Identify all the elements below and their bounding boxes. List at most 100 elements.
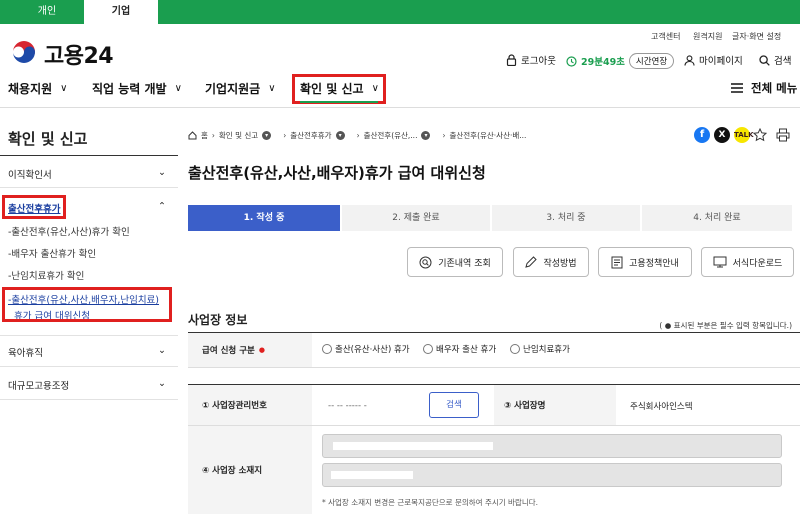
step-processing: 3. 처리 중 (492, 205, 640, 231)
sidebar-divider (0, 155, 178, 156)
full-menu-button[interactable]: 전체 메뉴 (731, 80, 797, 96)
section-title: 사업장 정보 (188, 313, 248, 327)
gnb-active-underline (300, 101, 378, 103)
radio-infertility[interactable]: 난임치료휴가 (510, 343, 570, 355)
radio-label: 난임치료휴가 (523, 345, 570, 355)
lock-icon (506, 54, 517, 66)
chevron-down-icon[interactable]: ▾ (335, 131, 345, 140)
address-label: ④ 사업장 소재지 (188, 426, 312, 514)
person-icon (684, 54, 695, 66)
radio-circle (510, 344, 520, 354)
x-icon[interactable]: X (714, 127, 730, 143)
chevron-right-icon: › (211, 131, 215, 140)
facebook-icon[interactable]: f (694, 127, 710, 143)
gnb-label: 기업지원금 (205, 82, 261, 96)
reg-no-label: ① 사업장관리번호 (188, 385, 312, 425)
sidebar-item-label: 대규모고용조정 (8, 381, 70, 392)
extend-session-button[interactable]: 시간연장 (628, 53, 675, 69)
gnb-recruitment[interactable]: 채용지원 ∨ (8, 80, 68, 97)
sidebar-item-mass-adjustment[interactable]: 대규모고용조정 ⌄ (8, 378, 166, 392)
address-note: * 사업장 소재지 변경은 근로복지공단으로 문의하여 주시기 바랍니다. (322, 498, 539, 507)
form-download-button[interactable]: 서식다운로드 (701, 247, 794, 277)
document-icon (611, 256, 623, 268)
search-button-regno[interactable]: 검색 (429, 392, 479, 418)
sidebar-item-childcare-leave[interactable]: 육아휴직 ⌄ (8, 345, 166, 359)
mypage-link[interactable]: 마이페이지 (684, 53, 743, 67)
full-menu-label: 전체 메뉴 (751, 81, 798, 95)
logo[interactable]: 고용24 (10, 38, 114, 70)
sidebar-item-separation-cert[interactable]: 이직확인서 ⌄ (8, 167, 166, 181)
sidebar-item-label: 이직확인서 (8, 170, 52, 181)
breadcrumb-item[interactable]: 출산전후휴가 (290, 130, 331, 141)
sidebar-divider (0, 366, 178, 367)
sidebar-subitem-maternity-check[interactable]: -출산전후(유산,사산)휴가 확인 (8, 224, 130, 238)
mypage-label: 마이페이지 (699, 56, 743, 67)
breadcrumb-home[interactable]: 홈 (201, 130, 208, 141)
session-timer: 29분49초 시간연장 (566, 53, 675, 69)
highlight-box-subitem (2, 287, 172, 322)
row-divider (188, 367, 800, 368)
radio-label: 배우자 출산 휴가 (436, 345, 497, 355)
display-settings-link[interactable]: 글자·화면 설정 (732, 31, 781, 42)
address-field-2[interactable] (322, 463, 782, 487)
star-icon[interactable] (753, 128, 767, 142)
logout-button[interactable]: 로그아웃 (506, 53, 556, 67)
how-to-write-button[interactable]: 작성방법 (513, 247, 589, 277)
gnb-label: 채용지원 (8, 82, 53, 96)
monitor-icon (713, 256, 727, 268)
policy-guide-button[interactable]: 고용정책안내 (598, 247, 692, 277)
kakao-icon[interactable]: TALK (734, 127, 754, 143)
chevron-down-icon: ∨ (268, 83, 276, 94)
hamburger-icon (731, 83, 743, 93)
redacted-text (333, 442, 493, 450)
header-divider (0, 107, 800, 108)
taegeuk-icon (11, 41, 37, 67)
address-field-1[interactable] (322, 434, 782, 458)
search-button[interactable]: 검색 (759, 53, 791, 67)
sidebar-divider (0, 335, 178, 336)
sidebar-title: 확인 및 신고 (8, 130, 88, 148)
chevron-down-icon: ⌄ (158, 378, 166, 389)
step-completed: 4. 처리 완료 (642, 205, 792, 231)
sidebar-divider (0, 399, 178, 400)
breadcrumb: 홈 › 확인 및 신고 ▾ › 출산전후휴가 ▾ › 출산전후(유산,... ▾… (188, 130, 526, 141)
chevron-down-icon: ∨ (60, 83, 68, 94)
customer-center-link[interactable]: 고객센터 (651, 31, 680, 42)
site-type-bar: 개인 기업 (0, 0, 800, 24)
step-writing: 1. 작성 중 (188, 205, 340, 231)
tab-individual[interactable]: 개인 (10, 0, 84, 24)
radio-spouse[interactable]: 배우자 출산 휴가 (423, 343, 496, 355)
search-icon (759, 54, 770, 66)
history-lookup-button[interactable]: 기존내역 조회 (407, 247, 503, 277)
radio-maternity[interactable]: 출산(유산·사산) 휴가 (322, 343, 410, 355)
sidebar-subitem-spouse-check[interactable]: -배우자 출산휴가 확인 (8, 246, 96, 260)
print-icon[interactable] (776, 128, 790, 142)
search-icon (419, 256, 432, 268)
sidebar-item-label: 육아휴직 (8, 348, 43, 359)
required-note: ( ● 표시된 부분은 필수 입력 항목입니다.) (659, 321, 792, 330)
breadcrumb-item[interactable]: 출산전후(유산·사산·배... (449, 130, 526, 141)
chevron-right-icon: › (442, 131, 446, 140)
button-label: 기존내역 조회 (438, 258, 491, 269)
button-label: 작성방법 (543, 258, 577, 269)
home-icon[interactable] (188, 131, 197, 140)
sidebar-subitem-infertility-check[interactable]: -난임치료휴가 확인 (8, 268, 84, 282)
radio-circle (423, 344, 433, 354)
brand-name: 고용24 (44, 44, 114, 69)
type-label: 급여 신청 구분 ● (188, 333, 312, 367)
type-label-text: 급여 신청 구분 (202, 346, 255, 356)
chevron-down-icon[interactable]: ▾ (421, 131, 431, 140)
tab-business[interactable]: 기업 (84, 0, 158, 24)
chevron-down-icon: ∨ (174, 83, 182, 94)
reg-no-value: -- -- ----- - (328, 401, 367, 411)
chevron-down-icon[interactable]: ▾ (262, 131, 272, 140)
remote-support-link[interactable]: 원격지원 (693, 31, 722, 42)
chevron-down-icon: ⌄ (158, 167, 166, 178)
gnb-subsidy[interactable]: 기업지원금 ∨ (205, 80, 276, 97)
gnb-training[interactable]: 직업 능력 개발 ∨ (92, 80, 182, 97)
breadcrumb-item[interactable]: 확인 및 신고 (219, 130, 258, 141)
button-label: 서식다운로드 (732, 258, 783, 269)
logout-label: 로그아웃 (521, 56, 556, 67)
breadcrumb-item[interactable]: 출산전후(유산,... (364, 130, 418, 141)
search-label: 검색 (774, 56, 792, 67)
